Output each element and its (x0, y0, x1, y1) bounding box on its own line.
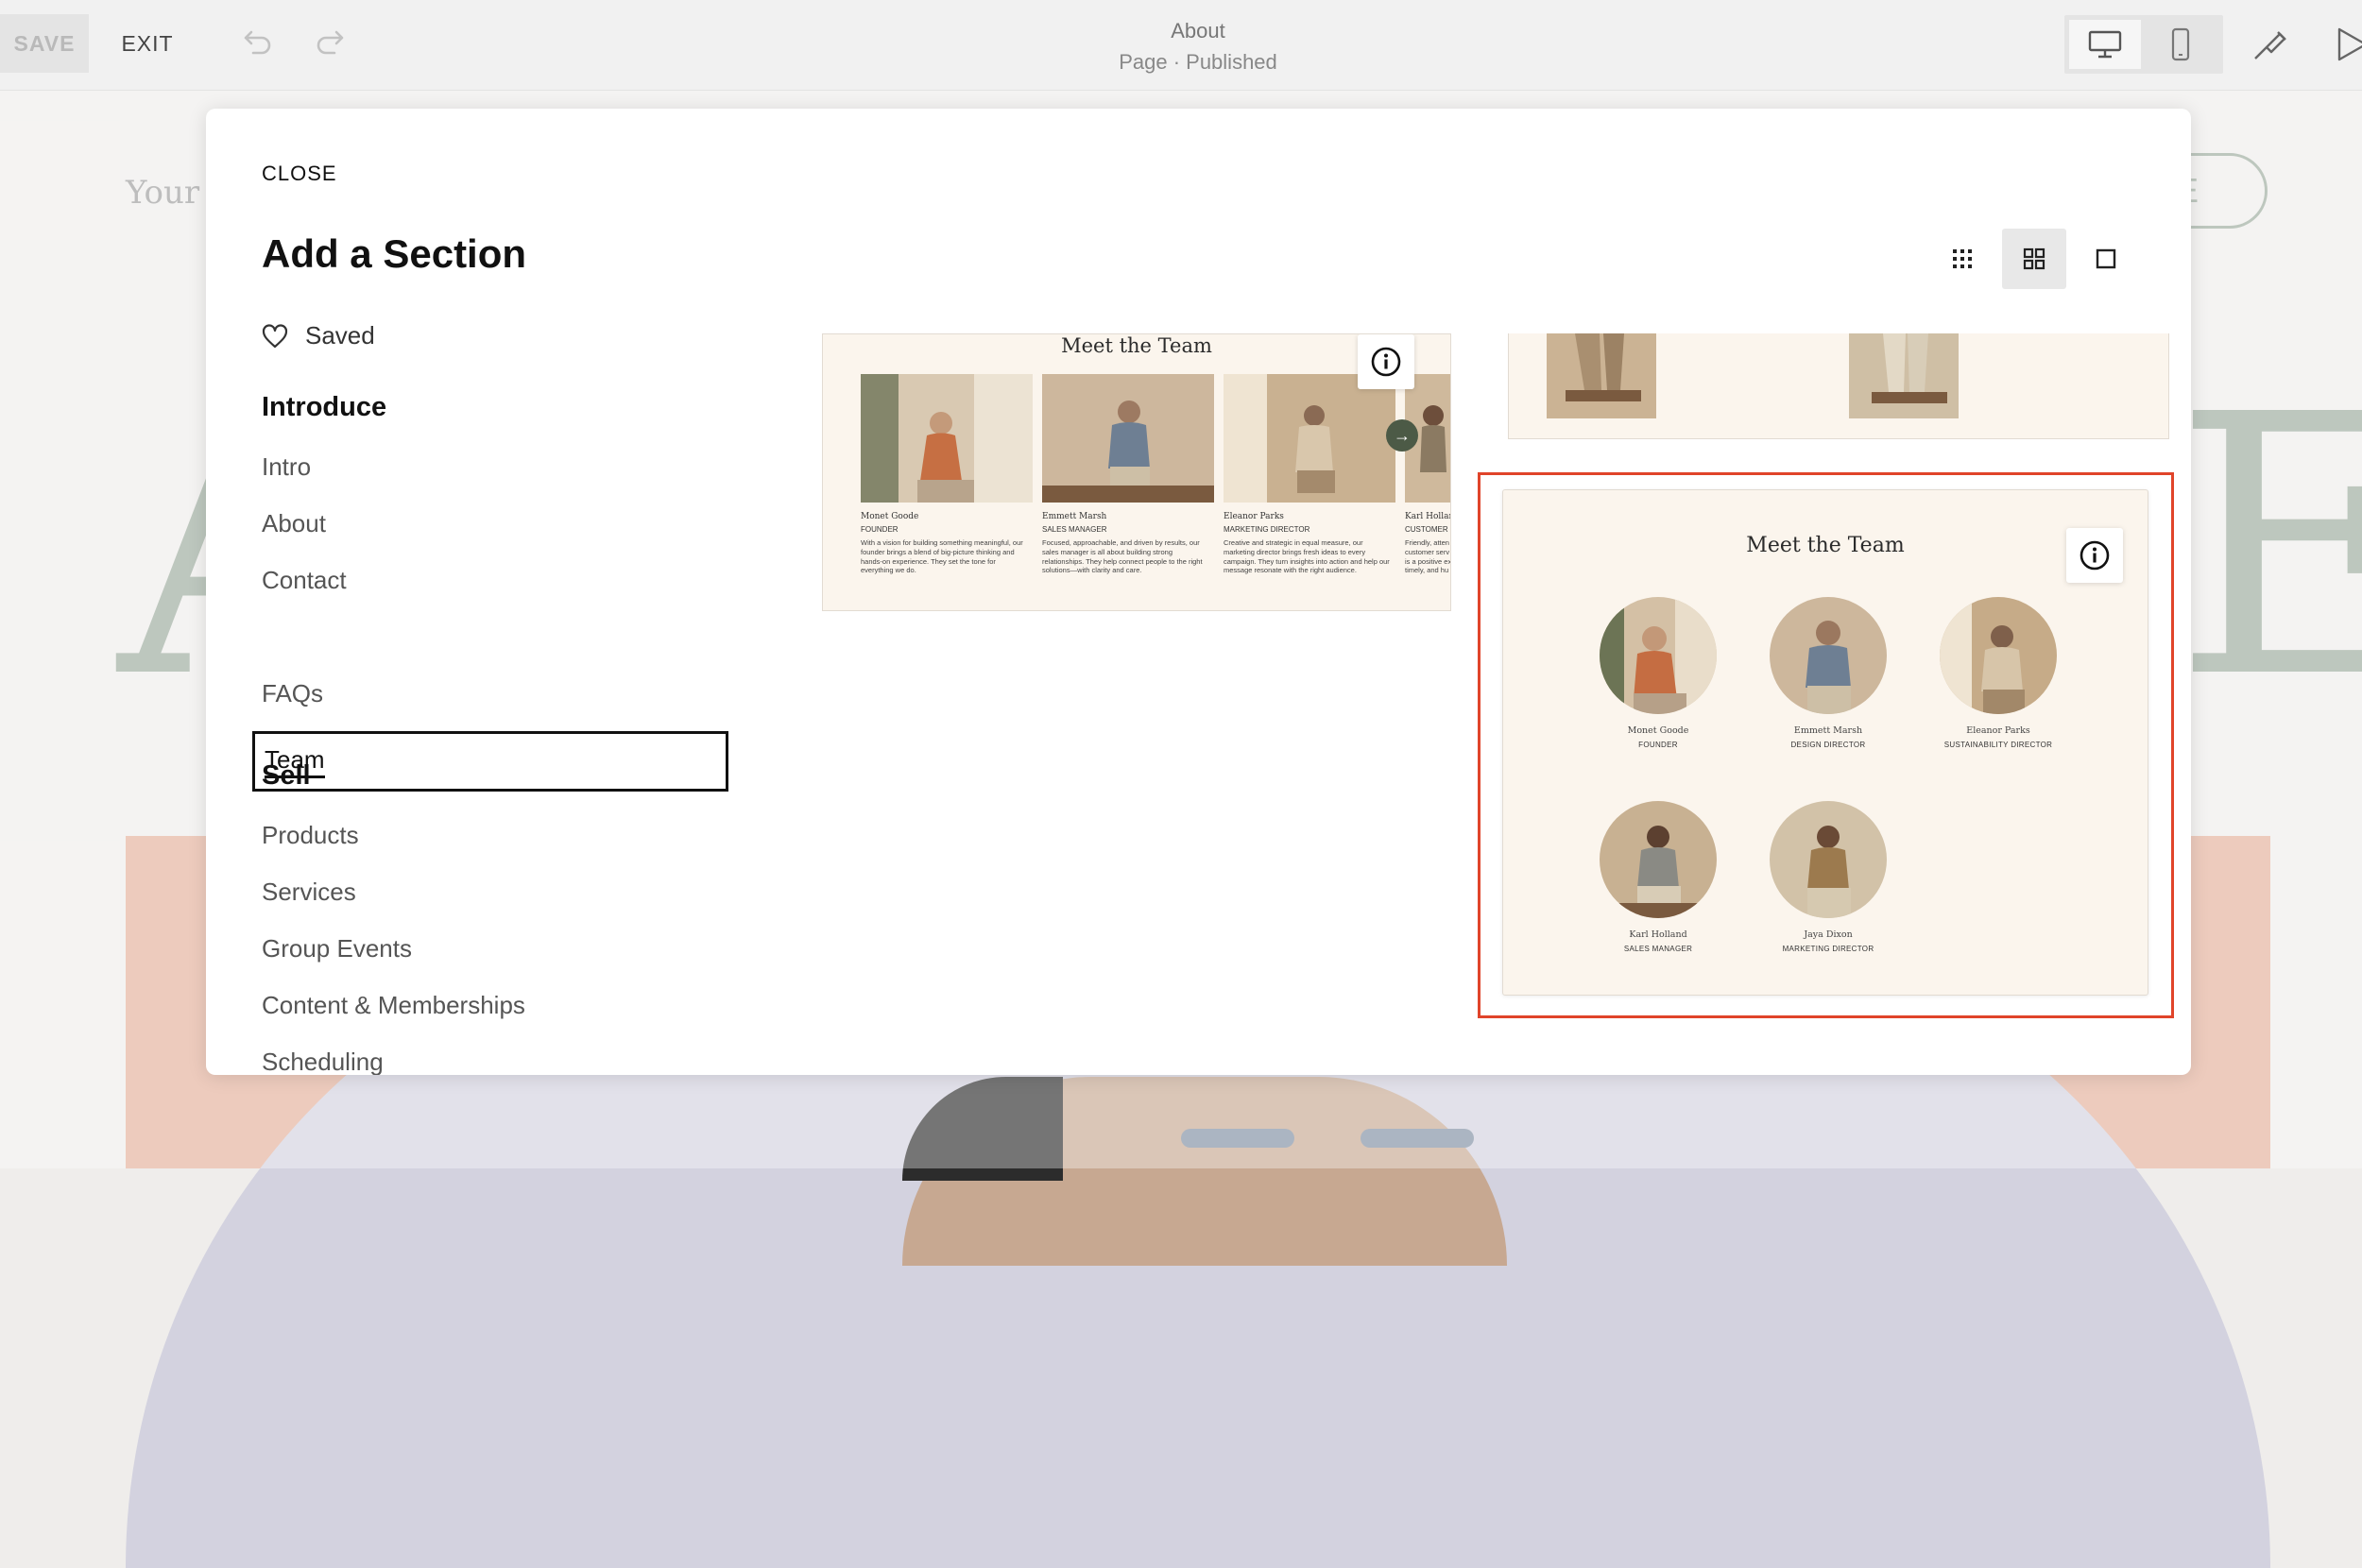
member-name: Eleanor Parks (1224, 512, 1284, 521)
member-name: Jaya Dixon (1804, 929, 1853, 940)
member-description: With a vision for building something mea… (861, 538, 1023, 575)
nav-item-about[interactable]: About (262, 509, 326, 538)
member-name: Monet Goode (1627, 725, 1689, 736)
small-grid-view-button[interactable] (1930, 229, 1994, 289)
template-title: Meet the Team (1061, 334, 1212, 357)
member-role: MARKETING DIRECTOR (1782, 945, 1874, 953)
page-title: About Page · Published (1009, 19, 1387, 75)
member-description: Creative and strategic in equal measure,… (1224, 538, 1390, 575)
member-role: FOUNDER (1638, 741, 1678, 749)
member-name: Emmett Marsh (1042, 512, 1107, 521)
desktop-view-button[interactable] (2069, 20, 2141, 69)
nav-item-scheduling[interactable]: Scheduling (262, 1048, 384, 1075)
team-photo (1042, 374, 1214, 503)
template-info-button[interactable] (1358, 334, 1414, 389)
preview-play-icon[interactable] (2334, 25, 2362, 64)
member-name: Karl Holland (1629, 929, 1687, 940)
saved-label: Saved (305, 321, 375, 349)
saved-sections-link[interactable]: Saved (262, 321, 375, 350)
team-member-card: Eleanor Parks SUSTAINABILITY DIRECTOR (1904, 597, 2093, 749)
desktop-icon (2088, 30, 2122, 59)
team-photo (1547, 333, 1656, 418)
paintbrush-icon[interactable] (2251, 25, 2291, 64)
medium-grid-icon (2023, 247, 2045, 270)
member-role: DESIGN DIRECTOR (1790, 741, 1866, 749)
member-role: SALES MANAGER (1042, 525, 1107, 534)
nav-item-services[interactable]: Services (262, 878, 356, 907)
member-role: SALES MANAGER (1623, 945, 1693, 953)
nav-item-team[interactable]: Team (252, 731, 728, 792)
team-member-card: Karl Holland SALES MANAGER (1564, 801, 1753, 953)
member-description: Friendly, atten customer serv is a posit… (1405, 538, 1451, 575)
member-name: Eleanor Parks (1966, 725, 2030, 736)
undo-icon[interactable] (236, 23, 278, 64)
nav-item-faqs[interactable]: FAQs (262, 679, 323, 708)
info-icon (2080, 540, 2110, 571)
section-template-team-grid[interactable]: Meet the Team Monet Goode FOUNDER Emmett… (1502, 489, 2148, 996)
page-status: Page · Published (1119, 50, 1277, 74)
add-section-modal: CLOSE Add a Section Saved Introduce Intr… (206, 109, 2191, 1075)
mobile-icon (2171, 27, 2190, 61)
member-role: CUSTOMER S (1405, 525, 1451, 534)
section-template-team-carousel[interactable]: Meet the Team → Monet Goode FOUNDER With… (822, 333, 1451, 611)
heart-icon (262, 323, 288, 348)
member-role: MARKETING DIRECTOR (1224, 525, 1310, 534)
modal-title: Add a Section (262, 231, 527, 276)
template-title: Meet the Team (1746, 534, 1905, 557)
view-mode-switcher (1930, 229, 2138, 289)
small-grid-icon (1953, 249, 1972, 268)
member-avatar (1770, 801, 1887, 918)
member-description: Focused, approachable, and driven by res… (1042, 538, 1203, 575)
save-button[interactable]: SAVE (0, 14, 89, 73)
category-sell: Sell (262, 760, 311, 791)
team-member-card: Jaya Dixon MARKETING DIRECTOR (1734, 801, 1923, 953)
nav-item-group-events[interactable]: Group Events (262, 934, 412, 963)
team-photo (1849, 333, 1959, 418)
member-avatar (1770, 597, 1887, 714)
exit-button[interactable]: EXIT (98, 14, 197, 73)
editor-toolbar: SAVE EXIT About Page · Published (0, 0, 2362, 91)
member-avatar (1940, 597, 2057, 714)
team-photo (861, 374, 1033, 503)
member-avatar (1600, 801, 1717, 918)
team-member-card: Emmett Marsh DESIGN DIRECTOR (1734, 597, 1923, 749)
close-button[interactable]: CLOSE (262, 162, 337, 186)
member-name: Karl Hollan (1405, 512, 1451, 521)
member-avatar (1600, 597, 1717, 714)
section-category-sidebar: Saved Introduce Intro About Contact Team… (252, 321, 772, 1075)
team-photo (1224, 374, 1395, 503)
member-name: Emmett Marsh (1793, 725, 1863, 736)
single-view-icon (2096, 248, 2116, 269)
section-template-team-seated[interactable] (1508, 333, 2169, 439)
category-introduce: Introduce (262, 392, 387, 422)
member-role: SUSTAINABILITY DIRECTOR (1943, 741, 2053, 749)
medium-grid-view-button[interactable] (2002, 229, 2066, 289)
member-name: Monet Goode (861, 512, 919, 521)
carousel-next-arrow: → (1386, 419, 1418, 452)
nav-item-contact[interactable]: Contact (262, 566, 347, 595)
team-member-card: Monet Goode FOUNDER (1564, 597, 1753, 749)
nav-item-content-memberships[interactable]: Content & Memberships (262, 991, 525, 1020)
nav-item-products[interactable]: Products (262, 821, 359, 850)
single-view-button[interactable] (2074, 229, 2138, 289)
redo-icon[interactable] (310, 23, 351, 64)
template-info-button[interactable] (2066, 528, 2123, 583)
info-icon (1371, 347, 1401, 377)
nav-item-intro[interactable]: Intro (262, 452, 311, 482)
mobile-view-button[interactable] (2145, 20, 2217, 69)
page-name: About (1171, 19, 1225, 43)
member-role: FOUNDER (861, 525, 899, 534)
